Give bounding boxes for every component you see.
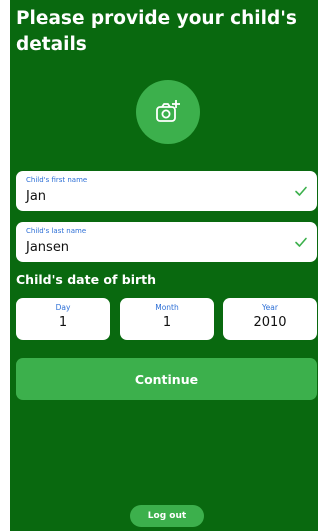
dob-month-input[interactable]: Month 1 xyxy=(120,298,214,340)
dob-year-value: 2010 xyxy=(253,315,287,330)
add-photo-camera-icon xyxy=(156,100,180,122)
add-photo-button[interactable] xyxy=(136,80,200,144)
last-name-label: Child's last name xyxy=(26,227,87,235)
dob-day-label: Day xyxy=(55,303,71,312)
dob-year-input[interactable]: Year 2010 xyxy=(223,298,317,340)
page-title: Please provide your child's details xyxy=(16,8,297,55)
first-name-label: Child's first name xyxy=(26,176,88,184)
check-icon xyxy=(295,186,307,196)
continue-button[interactable]: Continue xyxy=(16,358,317,400)
dob-day-input[interactable]: Day 1 xyxy=(16,298,110,340)
logout-button[interactable]: Log out xyxy=(130,505,204,527)
date-of-birth-heading: Child's date of birth xyxy=(16,272,157,287)
dob-year-label: Year xyxy=(262,303,278,312)
child-details-screen: Please provide your child's details Chil… xyxy=(10,0,318,531)
dob-month-label: Month xyxy=(155,303,179,312)
dob-day-value: 1 xyxy=(58,315,68,330)
first-name-value: Jan xyxy=(26,189,47,204)
last-name-field[interactable]: Child's last name Jansen xyxy=(16,222,317,262)
dob-month-value: 1 xyxy=(162,315,172,330)
first-name-field[interactable]: Child's first name Jan xyxy=(16,171,317,211)
last-name-value: Jansen xyxy=(26,240,70,255)
check-icon xyxy=(295,237,307,247)
